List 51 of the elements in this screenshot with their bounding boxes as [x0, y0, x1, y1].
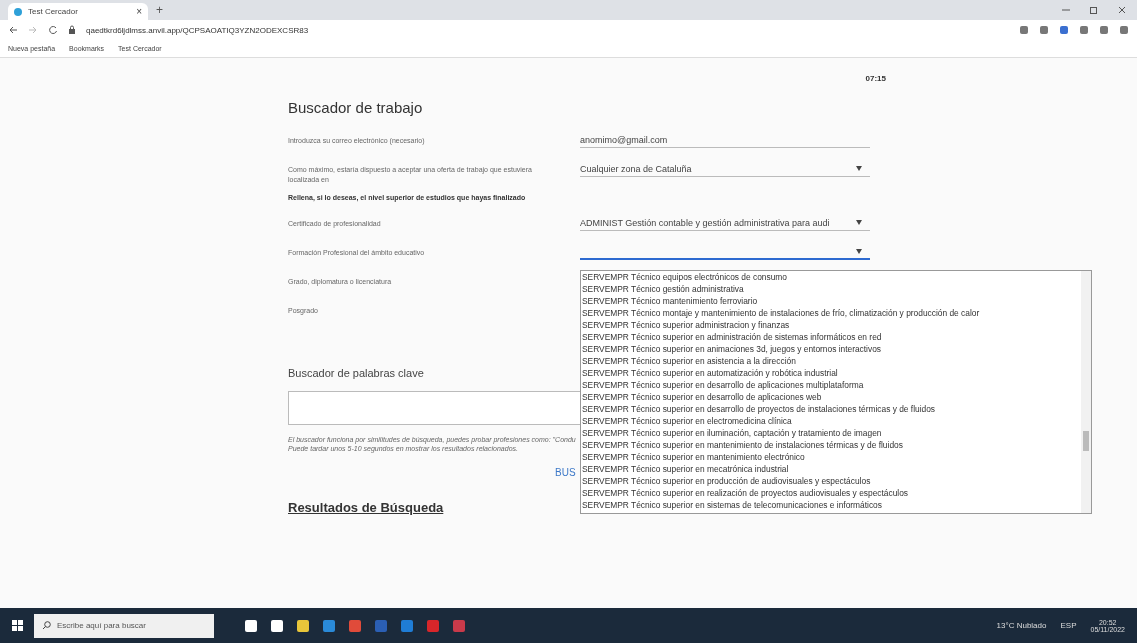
dropdown-select[interactable]: ADMINIST Gestión contable y gestión administrativa para audi — [580, 215, 870, 231]
dropdown-arrow-icon — [856, 248, 862, 254]
reload-icon[interactable] — [48, 25, 58, 35]
start-icon[interactable] — [12, 619, 24, 632]
address-field[interactable]: qaedtkrd6ljdlmss.anvil.app/QCPSAOATIQ3YZN2ODEXCSR83 — [86, 25, 309, 35]
dropdown-option[interactable]: SERVEMPR Técnico superior en animaciones 3d, juegos y entornos interactivos — [582, 343, 1081, 355]
dropdown-option[interactable]: SERVEMPR Técnico superior en sistemas de telecomunicaciones e informáticos — [582, 499, 1081, 511]
dropdown-arrow-icon — [856, 220, 862, 225]
restore-icon[interactable] — [1089, 5, 1099, 15]
page-title: Buscador de trabajo — [288, 99, 424, 116]
search-icon — [42, 621, 51, 630]
dropdown-option[interactable]: SERVEMPR Técnico superior en mantenimiento electrónico — [582, 451, 1081, 463]
tab-title: Test Cercador — [28, 7, 79, 16]
close-icon[interactable] — [1117, 5, 1127, 15]
results-title: Resultados de Búsqueda — [288, 500, 444, 515]
browser-tab[interactable]: Test Cercador × — [8, 3, 148, 20]
dropdown-option[interactable]: SERVEMPR Técnico superior en desarrollo de aplicaciones web — [582, 391, 1081, 403]
taskbar-app-icon[interactable] — [270, 618, 284, 633]
language-indicator[interactable]: ESP — [1060, 621, 1077, 630]
email-field[interactable]: anomimo@gmail.com — [580, 132, 870, 148]
taskbar-app-icon[interactable] — [296, 618, 310, 633]
section-title: Buscador de palabras clave — [288, 367, 424, 379]
taskbar-search-field[interactable]: Escribe aquí para buscar — [34, 613, 214, 638]
taskbar-app-icon[interactable] — [244, 618, 258, 633]
weather-text[interactable]: 13°C Nublado — [996, 621, 1047, 630]
dropdown-option[interactable]: SERVEMPR Técnico superior en desarrollo de aplicaciones multiplataforma — [582, 379, 1081, 391]
dropdown-option[interactable]: SERVEMPR Técnico superior en desarrollo de proyectos de instalaciones térmicas y de fluidos — [582, 403, 1081, 415]
lock-icon — [68, 25, 76, 35]
dropdown-select[interactable]: Cualquier zona de Cataluña — [580, 161, 870, 177]
site-icon — [14, 7, 22, 16]
dropdown-option[interactable]: SERVEMPR Técnico superior administracion y finanzas — [582, 319, 1081, 331]
dropdown-option[interactable]: SERVEMPR Técnico superior en electromedicina clínica — [582, 415, 1081, 427]
dropdown-option[interactable]: SERVEMPR Técnico mantenimiento ferroviario — [582, 295, 1081, 307]
new-tab-button[interactable]: + — [156, 3, 163, 17]
search-button[interactable]: BUS — [555, 467, 576, 478]
timer-text: 07:15 — [865, 74, 886, 83]
dropdown-option[interactable]: SERVEMPR Técnico superior en mecatrónica industrial — [582, 463, 1081, 475]
dropdown-option[interactable]: SERVEMPR Técnico superior en producción de audiovisuales y espectáculos — [582, 475, 1081, 487]
close-tab-button[interactable]: × — [136, 6, 142, 17]
dropdown-option[interactable]: SERVEMPR Técnico superior en mantenimiento de instalaciones térmicas y de fluidos — [582, 439, 1081, 451]
dropdown-option[interactable]: SERVEMPR Técnico superior en administración de sistemas informáticos en red — [582, 331, 1081, 343]
dropdown-option[interactable]: SERVEMPR Técnico superior en asistencia a la dirección — [582, 355, 1081, 367]
dropdown-option[interactable]: SERVEMPR Técnico superior en realización de proyectos audiovisuales y espectáculos — [582, 487, 1081, 499]
back-icon[interactable] — [8, 25, 18, 35]
dropdown-option[interactable]: SERVEMPR Técnico equipos electrónicos de consumo — [582, 271, 1081, 283]
scrollbar[interactable] — [1081, 271, 1091, 513]
dropdown-arrow-icon — [856, 166, 862, 171]
dropdown-option[interactable]: SERVEMPR Técnico gestión administrativa — [582, 283, 1081, 295]
dropdown-option[interactable]: SERVEMPR Técnico superior en automatización y robótica industrial — [582, 367, 1081, 379]
dropdown-option[interactable]: SERVEMPR Técnico montaje y mantenimiento de instalaciones de frío, climatización y producción de calor — [582, 307, 1081, 319]
dropdown-option[interactable]: SERVEMPR Técnico superior en iluminación, captación y tratamiento de imagen — [582, 427, 1081, 439]
